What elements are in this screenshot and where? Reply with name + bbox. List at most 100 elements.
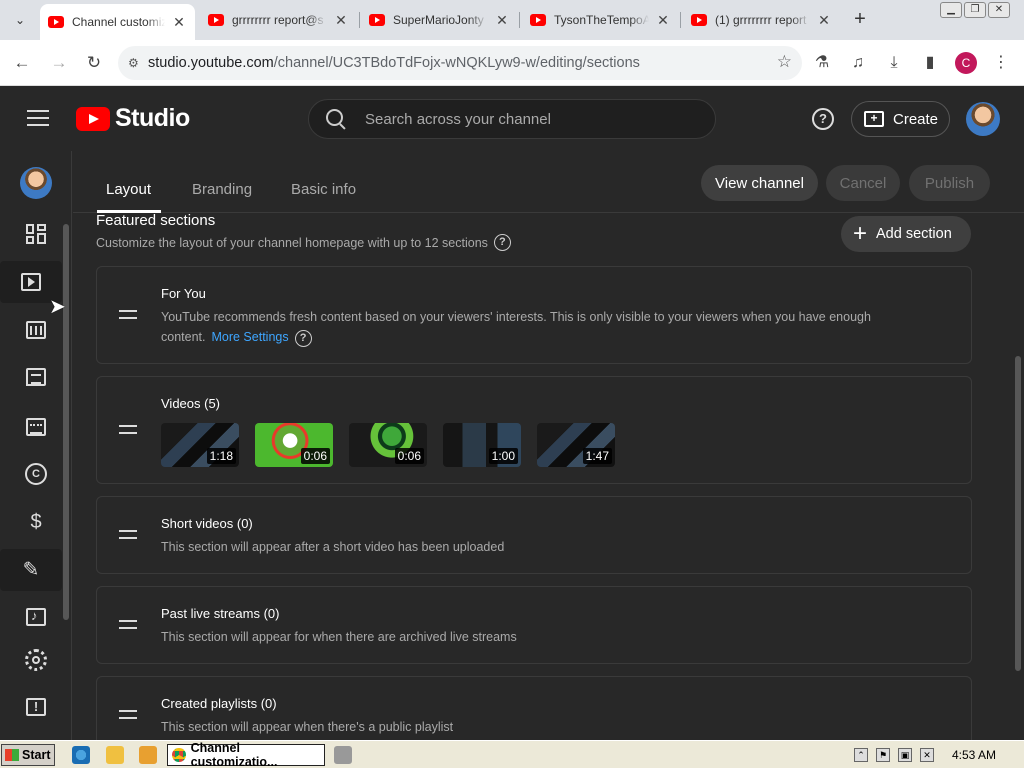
- section-card-for-you[interactable]: For You YouTube recommends fresh content…: [96, 266, 972, 364]
- nav-earn[interactable]: $: [12, 501, 60, 543]
- download-icon[interactable]: ⤓: [883, 52, 905, 74]
- help-icon[interactable]: ?: [294, 330, 312, 347]
- restore-button[interactable]: ❐: [964, 2, 986, 18]
- tab-close-icon[interactable]: ✕: [333, 12, 349, 29]
- feedback-icon: !: [26, 698, 46, 716]
- tab-close-icon[interactable]: ✕: [494, 12, 510, 29]
- studio-header: Studio Search across your channel ? + Cr…: [0, 87, 1024, 151]
- featured-sections-title: Featured sections: [96, 212, 216, 229]
- tab-search-button[interactable]: ⌄: [8, 8, 32, 32]
- browser-tab-channel-customization[interactable]: Channel customiza ✕: [40, 4, 195, 40]
- featured-desc-text: Customize the layout of your channel hom…: [96, 235, 488, 250]
- browser-tab-tysonthetempo[interactable]: TysonTheTempoA ✕: [522, 6, 679, 34]
- tab-title: (1) grrrrrrrr report: [715, 13, 807, 27]
- site-info-icon[interactable]: ⚙: [128, 56, 142, 70]
- browser-profile-avatar[interactable]: C: [955, 52, 977, 74]
- tab-basic-info[interactable]: Basic info: [291, 181, 356, 198]
- create-video-icon: +: [864, 111, 884, 127]
- video-thumbnail[interactable]: 0:06: [349, 423, 427, 467]
- tab-layout[interactable]: Layout: [106, 181, 151, 198]
- video-thumbnail[interactable]: 1:18: [161, 423, 239, 467]
- video-duration: 1:47: [582, 448, 612, 464]
- search-placeholder: Search across your channel: [365, 110, 551, 128]
- menu-hamburger-icon[interactable]: [27, 110, 49, 128]
- browser-toolbar: ← → ↻ ⚙ studio.youtube.com/channel/UC3TB…: [0, 40, 1024, 86]
- nav-settings[interactable]: [12, 639, 60, 681]
- add-section-button[interactable]: + Add section: [841, 216, 971, 252]
- start-button[interactable]: Start: [1, 744, 55, 766]
- tab-close-icon[interactable]: ✕: [655, 12, 671, 29]
- video-duration: 1:18: [206, 448, 236, 464]
- nav-dashboard[interactable]: [12, 213, 60, 255]
- publish-button[interactable]: Publish: [909, 165, 990, 201]
- start-label: Start: [22, 748, 51, 762]
- browser-tab-report-2[interactable]: (1) grrrrrrrr report ✕: [683, 6, 840, 34]
- drag-handle-icon[interactable]: [119, 620, 137, 629]
- browser-tab-report[interactable]: grrrrrrrr report@s ✕: [200, 6, 357, 34]
- address-bar[interactable]: ⚙ studio.youtube.com/channel/UC3TBdoTdFo…: [118, 46, 802, 80]
- action-center-flag-icon[interactable]: ⚑: [876, 748, 890, 762]
- drag-handle-icon[interactable]: [119, 310, 137, 319]
- os-taskbar: Start Channel customizatio... ⌃ ⚑ ▣ ✕ 4:…: [0, 740, 1024, 768]
- nav-customization[interactable]: ✎: [0, 549, 62, 591]
- video-thumbnail[interactable]: 1:47: [537, 423, 615, 467]
- featured-sections-description: Customize the layout of your channel hom…: [96, 234, 511, 251]
- close-window-button[interactable]: ✕: [988, 2, 1010, 18]
- side-panel-icon[interactable]: ▮: [919, 52, 941, 74]
- nav-feedback[interactable]: !: [12, 686, 60, 728]
- drag-handle-icon[interactable]: [119, 530, 137, 539]
- section-description: This section will appear for when there …: [161, 630, 517, 644]
- media-control-icon[interactable]: ♫: [847, 52, 869, 74]
- media-player-icon[interactable]: [139, 746, 157, 764]
- nav-subtitles[interactable]: [12, 406, 60, 448]
- system-clock[interactable]: 4:53 AM: [952, 748, 996, 762]
- drag-handle-icon[interactable]: [119, 425, 137, 434]
- browser-tab-supermariojonty[interactable]: SuperMarioJonty - ✕: [361, 6, 518, 34]
- rail-scrollbar[interactable]: [63, 224, 69, 620]
- tab-close-icon[interactable]: ✕: [171, 14, 187, 31]
- app-tray-icon[interactable]: [334, 746, 352, 764]
- forward-arrow-icon[interactable]: →: [46, 50, 72, 76]
- internet-explorer-icon[interactable]: [72, 746, 90, 764]
- new-tab-button[interactable]: +: [848, 8, 872, 32]
- file-explorer-icon[interactable]: [106, 746, 124, 764]
- drag-handle-icon[interactable]: [119, 710, 137, 719]
- channel-search-input[interactable]: Search across your channel: [308, 99, 716, 139]
- view-channel-button[interactable]: View channel: [701, 165, 818, 201]
- section-title: Short videos (0): [161, 516, 253, 531]
- section-card-created-playlists[interactable]: Created playlists (0) This section will …: [96, 676, 972, 740]
- section-title: Past live streams (0): [161, 606, 280, 621]
- more-settings-link[interactable]: More Settings: [211, 330, 288, 344]
- help-icon[interactable]: ?: [812, 108, 834, 130]
- channel-avatar[interactable]: [20, 167, 52, 199]
- tab-close-icon[interactable]: ✕: [816, 12, 832, 29]
- network-icon[interactable]: ▣: [898, 748, 912, 762]
- cancel-button[interactable]: Cancel: [826, 165, 900, 201]
- section-title: For You: [161, 286, 206, 301]
- account-avatar[interactable]: [966, 102, 1000, 136]
- back-arrow-icon[interactable]: ←: [9, 50, 35, 76]
- browser-menu-icon[interactable]: ⋮: [990, 52, 1012, 74]
- nav-copyright[interactable]: C: [12, 453, 60, 495]
- youtube-favicon-icon: [691, 14, 707, 26]
- section-card-videos[interactable]: Videos (5) 1:18 0:06 0:06 1:00 1:47: [96, 376, 972, 484]
- help-icon[interactable]: ?: [493, 234, 511, 251]
- content-scrollbar[interactable]: [1015, 356, 1021, 671]
- minimize-button[interactable]: ▁: [940, 2, 962, 18]
- section-card-past-live-streams[interactable]: Past live streams (0) This section will …: [96, 586, 972, 664]
- labs-flask-icon[interactable]: ⚗: [811, 52, 833, 74]
- bookmark-star-icon[interactable]: ☆: [777, 52, 792, 72]
- section-card-short-videos[interactable]: Short videos (0) This section will appea…: [96, 496, 972, 574]
- nav-comments[interactable]: [12, 356, 60, 398]
- video-thumbnail[interactable]: 0:06: [255, 423, 333, 467]
- tray-expand-icon[interactable]: ⌃: [854, 748, 868, 762]
- create-button[interactable]: + Create: [851, 101, 950, 137]
- volume-muted-icon[interactable]: ✕: [920, 748, 934, 762]
- tab-branding[interactable]: Branding: [192, 181, 252, 198]
- studio-logo[interactable]: Studio: [76, 104, 190, 133]
- reload-icon[interactable]: ↻: [81, 50, 107, 76]
- video-thumbnail[interactable]: 1:00: [443, 423, 521, 467]
- taskbar-chrome-window[interactable]: Channel customizatio...: [167, 741, 325, 768]
- nav-audio-library[interactable]: [12, 596, 60, 638]
- section-description: This section will appear after a short v…: [161, 540, 505, 554]
